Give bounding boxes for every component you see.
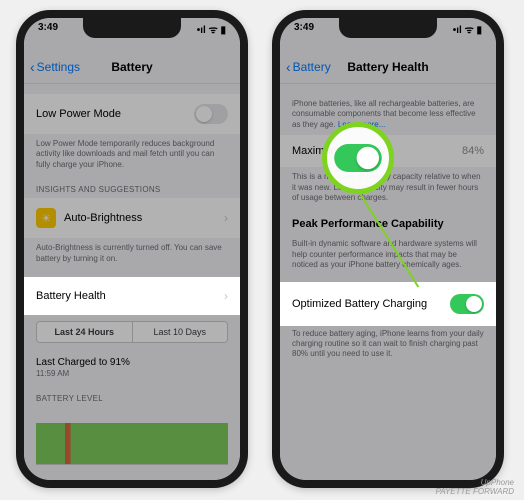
chevron-right-icon: › bbox=[224, 211, 228, 225]
segmented-control[interactable]: Last 24 Hours Last 10 Days bbox=[36, 321, 228, 343]
screen-right: 3:49 •ıl ᯤ ▮ ‹Battery Battery Health iPh… bbox=[280, 18, 496, 480]
brightness-icon: ☀ bbox=[36, 208, 56, 228]
status-time: 3:49 bbox=[38, 22, 58, 36]
peak-header: Peak Performance Capability bbox=[280, 208, 496, 234]
watermark: UpPhone PAYETTE FORWARD bbox=[435, 478, 514, 496]
callout-toggle bbox=[334, 144, 382, 172]
activity-hdr: ACTIVITY bbox=[24, 469, 240, 480]
back-label: Battery bbox=[293, 60, 331, 74]
phone-left: 3:49 •ıl ᯤ ▮ ‹Settings Battery Low Power… bbox=[16, 10, 248, 488]
obc-note: To reduce battery aging, iPhone learns f… bbox=[280, 324, 496, 365]
battery-health-row[interactable]: Battery Health › bbox=[24, 279, 240, 313]
toggle-knob bbox=[196, 106, 212, 122]
notch bbox=[339, 18, 437, 38]
charged-title: Last Charged to 91% bbox=[36, 356, 228, 369]
auto-brightness-row[interactable]: ☀ Auto-Brightness › bbox=[24, 198, 240, 238]
back-label: Settings bbox=[37, 60, 80, 74]
content: Low Power Mode Low Power Mode temporaril… bbox=[24, 84, 240, 480]
seg-10d[interactable]: Last 10 Days bbox=[133, 321, 229, 343]
ab-left: ☀ Auto-Brightness bbox=[36, 208, 142, 228]
notch bbox=[83, 18, 181, 38]
chevron-right-icon: › bbox=[224, 289, 228, 303]
back-button[interactable]: ‹Settings bbox=[30, 59, 80, 75]
page-title: Battery bbox=[111, 60, 152, 74]
phone-right: 3:49 •ıl ᯤ ▮ ‹Battery Battery Health iPh… bbox=[272, 10, 504, 488]
seg-24h[interactable]: Last 24 Hours bbox=[36, 321, 133, 343]
content: iPhone batteries, like all rechargeable … bbox=[280, 84, 496, 375]
toggle-knob bbox=[466, 296, 482, 312]
insights-header: INSIGHTS AND SUGGESTIONS bbox=[24, 175, 240, 198]
status-icons: •ıl ᯤ ▮ bbox=[453, 22, 482, 36]
low-power-mode-row[interactable]: Low Power Mode bbox=[24, 94, 240, 134]
toggle-knob bbox=[357, 147, 379, 169]
status-icons: •ıl ᯤ ▮ bbox=[197, 22, 226, 36]
charged-sub: 11:59 AM bbox=[36, 369, 228, 379]
bh-label: Battery Health bbox=[36, 290, 106, 302]
obc-label: Optimized Battery Charging bbox=[292, 298, 427, 310]
ab-note: Auto-Brightness is currently turned off.… bbox=[24, 238, 240, 269]
wm-a: UpPhone bbox=[435, 478, 514, 487]
battery-chart bbox=[36, 411, 228, 465]
max-value: 84% bbox=[462, 145, 484, 157]
obc-toggle[interactable] bbox=[450, 294, 484, 314]
last-charged: Last Charged to 91% 11:59 AM bbox=[24, 351, 240, 384]
optimized-charging-row[interactable]: Optimized Battery Charging bbox=[280, 284, 496, 324]
battery-level-hdr: BATTERY LEVEL bbox=[24, 384, 240, 407]
intro-note: iPhone batteries, like all rechargeable … bbox=[280, 94, 496, 135]
back-button[interactable]: ‹Battery bbox=[286, 59, 331, 75]
spacer bbox=[24, 269, 240, 279]
chevron-left-icon: ‹ bbox=[286, 59, 291, 75]
lpm-label: Low Power Mode bbox=[36, 108, 121, 120]
status-time: 3:49 bbox=[294, 22, 314, 36]
screen-left: 3:49 •ıl ᯤ ▮ ‹Settings Battery Low Power… bbox=[24, 18, 240, 480]
wm-b: PAYETTE FORWARD bbox=[435, 487, 514, 496]
callout-circle bbox=[322, 122, 394, 194]
page-title: Battery Health bbox=[347, 60, 428, 74]
chevron-left-icon: ‹ bbox=[30, 59, 35, 75]
lpm-toggle[interactable] bbox=[194, 104, 228, 124]
ab-label: Auto-Brightness bbox=[64, 212, 142, 224]
lpm-note: Low Power Mode temporarily reduces backg… bbox=[24, 134, 240, 175]
spacer bbox=[280, 276, 496, 284]
